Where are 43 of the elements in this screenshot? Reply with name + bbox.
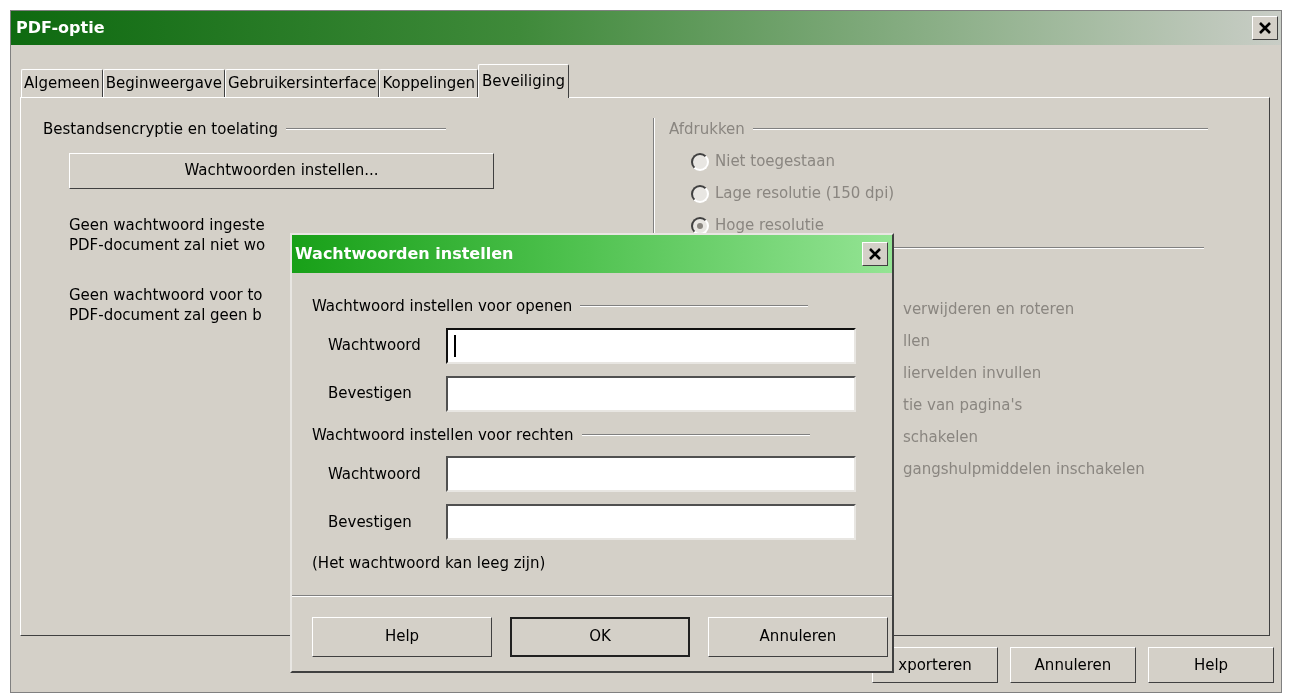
close-button[interactable]	[1252, 16, 1278, 40]
dialog-button[interactable]: Help	[312, 616, 492, 657]
radio-label: Hoge resolutie	[715, 215, 824, 237]
close-button[interactable]	[862, 242, 888, 266]
field-label: Bevestigen	[327, 383, 413, 405]
hint-text: (Het wachtwoord kan leeg zijn)	[312, 553, 546, 574]
close-icon	[869, 248, 881, 260]
option-label: tie van pagina's	[903, 394, 1023, 415]
group-heading: Wachtwoord instellen voor rechten	[312, 424, 574, 446]
password-field[interactable]	[446, 327, 856, 364]
set-passwords-button[interactable]: Wachtwoorden instellen...	[69, 152, 494, 189]
group-heading: Bestandsencryptie en toelating	[43, 119, 279, 140]
tab[interactable]: Algemeen	[21, 69, 103, 97]
password-field[interactable]	[446, 456, 856, 492]
status-text: PDF-document zal geen b	[69, 304, 262, 325]
dialog-button[interactable]: OK	[510, 616, 690, 657]
option-label: llen	[903, 330, 931, 351]
option-label: liervelden invullen	[903, 362, 1042, 383]
dialog-button[interactable]: Annuleren	[708, 616, 888, 657]
option-label: gangshulpmiddelen inschakelen	[903, 458, 1145, 479]
status-text: Geen wachtwoord voor to	[69, 284, 263, 305]
group-heading: Afdrukken	[669, 119, 745, 140]
field-label: Bevestigen	[327, 511, 413, 533]
radio-label: Lage resolutie (150 dpi)	[715, 183, 895, 205]
tab[interactable]: Beginweergave	[102, 69, 225, 97]
password-field[interactable]	[446, 375, 856, 412]
window-title: PDF-optie	[15, 17, 105, 39]
group-heading: Wachtwoord instellen voor openen	[312, 296, 573, 317]
field-label: Wachtwoord	[327, 335, 422, 357]
field-label: Wachtwoord	[327, 463, 422, 485]
window-title: Wachtwoorden instellen	[295, 243, 514, 265]
tab[interactable]: Koppelingen	[379, 69, 479, 97]
option-label: schakelen	[903, 426, 979, 447]
password-field[interactable]	[446, 504, 856, 540]
tab[interactable]: Beveiliging	[478, 64, 569, 98]
dialog-button[interactable]: Help	[1148, 647, 1274, 683]
option-label: verwijderen en roteren	[903, 298, 1075, 319]
status-text: Geen wachtwoord ingeste	[69, 214, 265, 235]
status-text: PDF-document zal niet wo	[69, 234, 266, 255]
tab[interactable]: Gebruikersinterface	[224, 69, 380, 97]
dialog-button[interactable]: Annuleren	[1010, 647, 1136, 683]
close-icon	[1259, 22, 1271, 34]
radio-label: Niet toegestaan	[715, 151, 835, 173]
